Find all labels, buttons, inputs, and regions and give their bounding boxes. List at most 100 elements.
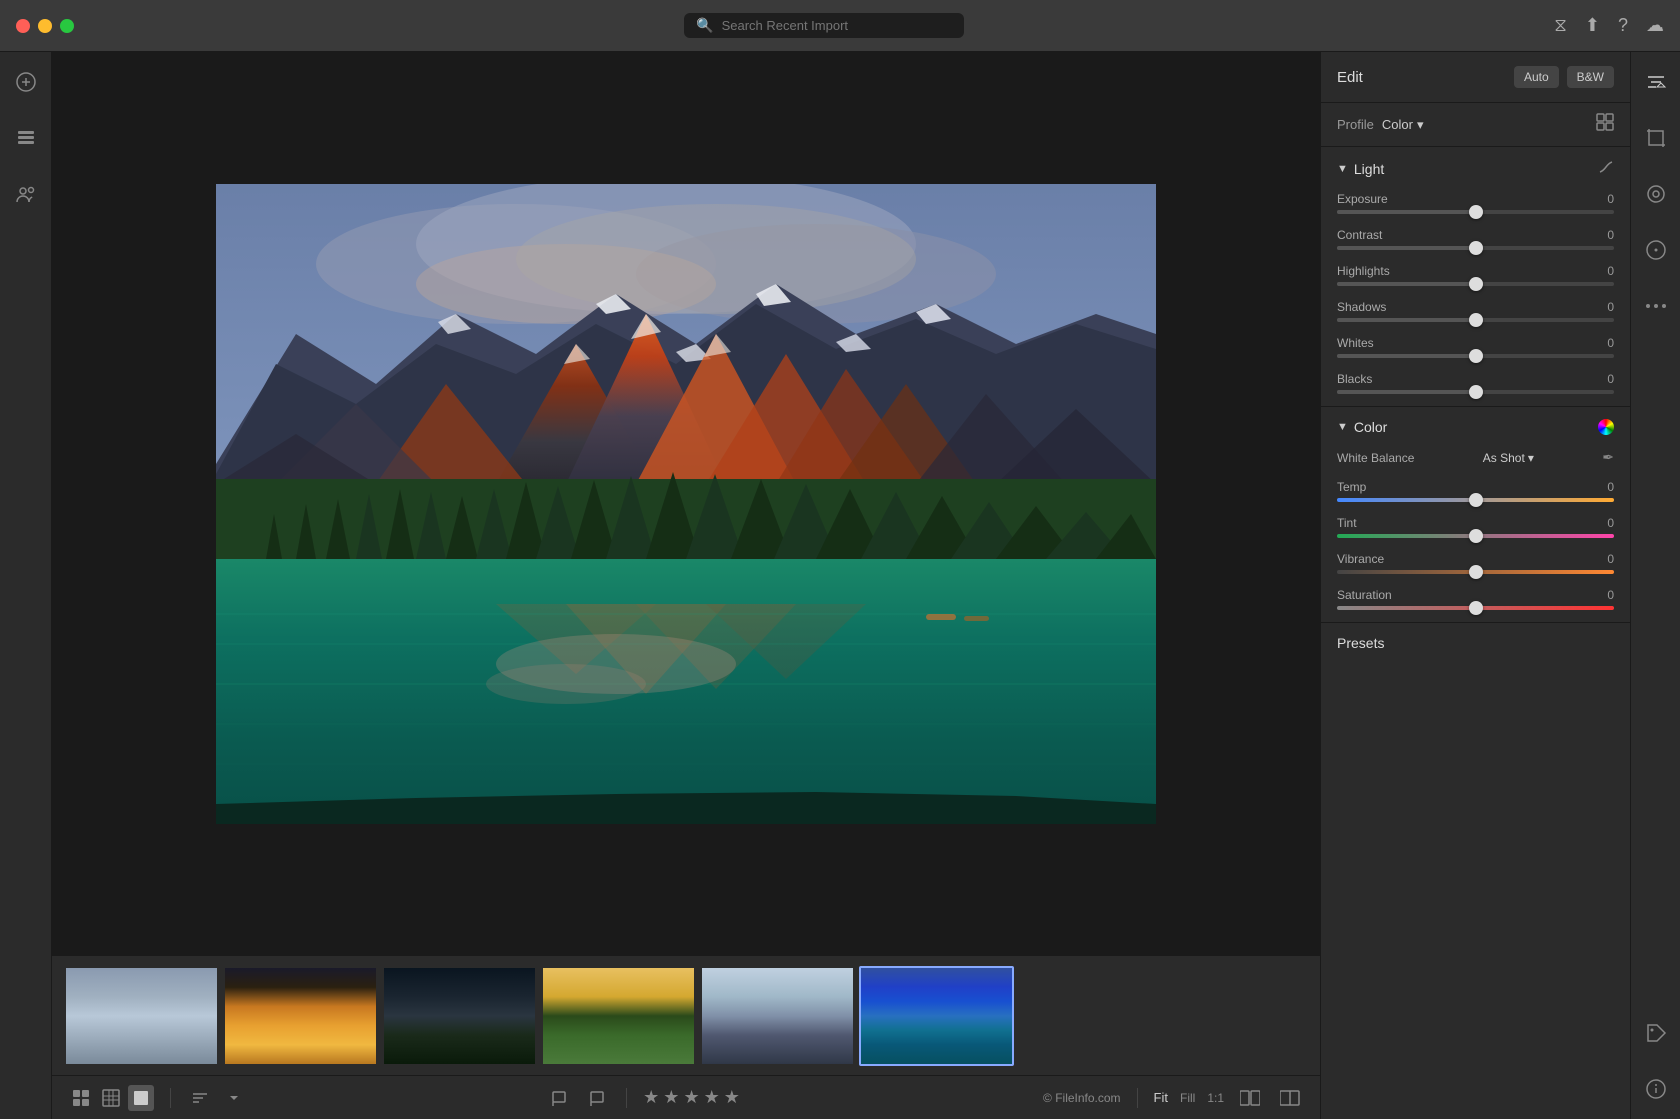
contrast-slider[interactable] [1337, 246, 1614, 250]
single-view-button[interactable] [128, 1085, 154, 1111]
light-section-title: Light [1354, 161, 1592, 177]
fill-button[interactable]: Fill [1180, 1091, 1195, 1105]
exposure-label: Exposure [1337, 192, 1388, 206]
square-grid-view-button[interactable] [98, 1085, 124, 1111]
shadows-slider[interactable] [1337, 318, 1614, 322]
edit-title: Edit [1337, 69, 1506, 86]
color-section: ▼ Color White Balance As Shot ▾ ✒ Te [1321, 407, 1630, 623]
shadows-value: 0 [1607, 300, 1614, 314]
sort-button[interactable] [187, 1085, 213, 1111]
star-4[interactable]: ★ [704, 1087, 720, 1108]
color-toggle[interactable]: ▼ [1337, 421, 1348, 433]
library-icon[interactable] [8, 120, 44, 156]
thumbnail-2[interactable] [223, 966, 378, 1066]
temp-value: 0 [1607, 480, 1614, 494]
star-3[interactable]: ★ [683, 1087, 699, 1108]
profile-value[interactable]: Color ▾ [1382, 117, 1424, 133]
star-1[interactable]: ★ [643, 1087, 659, 1108]
grid-view-button[interactable] [68, 1085, 94, 1111]
whites-label: Whites [1337, 336, 1374, 350]
flag-button-1[interactable] [546, 1085, 572, 1111]
light-toggle[interactable]: ▼ [1337, 163, 1348, 175]
contrast-label: Contrast [1337, 228, 1382, 242]
view-mode-buttons [68, 1085, 154, 1111]
tint-slider[interactable] [1337, 534, 1614, 538]
tag-icon[interactable] [1638, 1015, 1674, 1051]
cloud-icon[interactable]: ☁ [1646, 15, 1664, 36]
right-edit-panel: Edit Auto B&W Profile Color ▾ ▼ Light [1320, 52, 1630, 1119]
tint-label: Tint [1337, 516, 1357, 530]
edit-panel-icon[interactable] [1638, 64, 1674, 100]
ratio-button[interactable]: 1:1 [1207, 1091, 1224, 1105]
share-icon[interactable]: ⬆ [1585, 15, 1600, 36]
star-rating[interactable]: ★ ★ ★ ★ ★ [643, 1087, 740, 1108]
whites-slider[interactable] [1337, 354, 1614, 358]
temp-slider-row: Temp 0 [1337, 480, 1614, 502]
contrast-slider-row: Contrast 0 [1337, 228, 1614, 250]
more-icon[interactable] [1638, 288, 1674, 324]
shadows-slider-row: Shadows 0 [1337, 300, 1614, 322]
presets-footer: Presets [1321, 623, 1630, 663]
star-2[interactable]: ★ [663, 1087, 679, 1108]
light-section: ▼ Light Exposure 0 Con [1321, 147, 1630, 407]
search-input[interactable] [722, 18, 953, 33]
maximize-button[interactable] [60, 19, 74, 33]
vibrance-label: Vibrance [1337, 552, 1384, 566]
bottom-toolbar: ★ ★ ★ ★ ★ © FileInfo.com Fit Fill 1:1 [52, 1075, 1320, 1119]
crop-icon[interactable] [1638, 120, 1674, 156]
temp-slider[interactable] [1337, 498, 1614, 502]
highlights-slider[interactable] [1337, 282, 1614, 286]
vibrance-slider[interactable] [1337, 570, 1614, 574]
thumbnail-3[interactable] [382, 966, 537, 1066]
color-section-header: ▼ Color [1337, 419, 1614, 435]
profile-row: Profile Color ▾ [1321, 103, 1630, 147]
left-sidebar [0, 52, 52, 1119]
star-5[interactable]: ★ [724, 1087, 740, 1108]
light-curve-icon[interactable] [1598, 159, 1614, 178]
white-balance-label: White Balance [1337, 451, 1414, 465]
contrast-value: 0 [1607, 228, 1614, 242]
temp-label: Temp [1337, 480, 1366, 494]
white-balance-dropdown[interactable]: As Shot ▾ [1483, 451, 1534, 465]
thumbnail-6-active[interactable] [859, 966, 1014, 1066]
vibrance-value: 0 [1607, 552, 1614, 566]
light-section-header: ▼ Light [1337, 159, 1614, 178]
blacks-slider-row: Blacks 0 [1337, 372, 1614, 394]
presets-label[interactable]: Presets [1337, 635, 1384, 651]
color-wheel-icon[interactable] [1598, 419, 1614, 435]
thumbnail-4[interactable] [541, 966, 696, 1066]
people-icon[interactable] [8, 176, 44, 212]
compare-button[interactable] [1236, 1086, 1264, 1110]
radial-filter-icon[interactable] [1638, 232, 1674, 268]
bw-button[interactable]: B&W [1567, 66, 1614, 88]
image-viewer[interactable] [52, 52, 1320, 955]
auto-button[interactable]: Auto [1514, 66, 1559, 88]
info-icon[interactable] [1638, 1071, 1674, 1107]
profile-grid-icon[interactable] [1596, 113, 1614, 136]
exposure-slider-row: Exposure 0 [1337, 192, 1614, 214]
thumbnail-1[interactable] [64, 966, 219, 1066]
saturation-value: 0 [1607, 588, 1614, 602]
close-button[interactable] [16, 19, 30, 33]
blacks-slider[interactable] [1337, 390, 1614, 394]
far-right-sidebar [1630, 52, 1680, 1119]
healing-icon[interactable] [1638, 176, 1674, 212]
dropdown-button[interactable] [225, 1089, 243, 1107]
saturation-slider[interactable] [1337, 606, 1614, 610]
highlights-label: Highlights [1337, 264, 1390, 278]
exposure-slider[interactable] [1337, 210, 1614, 214]
filter-icon[interactable]: ⧖ [1554, 15, 1567, 36]
copyright-text: © FileInfo.com [1043, 1091, 1121, 1105]
minimize-button[interactable] [38, 19, 52, 33]
search-input-wrap[interactable]: 🔍 [684, 13, 964, 38]
split-view-button[interactable] [1276, 1086, 1304, 1110]
flag-button-2[interactable] [584, 1085, 610, 1111]
add-icon[interactable] [8, 64, 44, 100]
main-area: ★ ★ ★ ★ ★ © FileInfo.com Fit Fill 1:1 Ed… [0, 52, 1680, 1119]
thumbnail-5[interactable] [700, 966, 855, 1066]
titlebar-actions: ⧖ ⬆ ? ☁ [1554, 15, 1664, 36]
fit-button[interactable]: Fit [1154, 1090, 1168, 1105]
help-icon[interactable]: ? [1618, 15, 1628, 36]
main-photo [216, 184, 1156, 824]
eyedropper-icon[interactable]: ✒ [1602, 449, 1614, 466]
